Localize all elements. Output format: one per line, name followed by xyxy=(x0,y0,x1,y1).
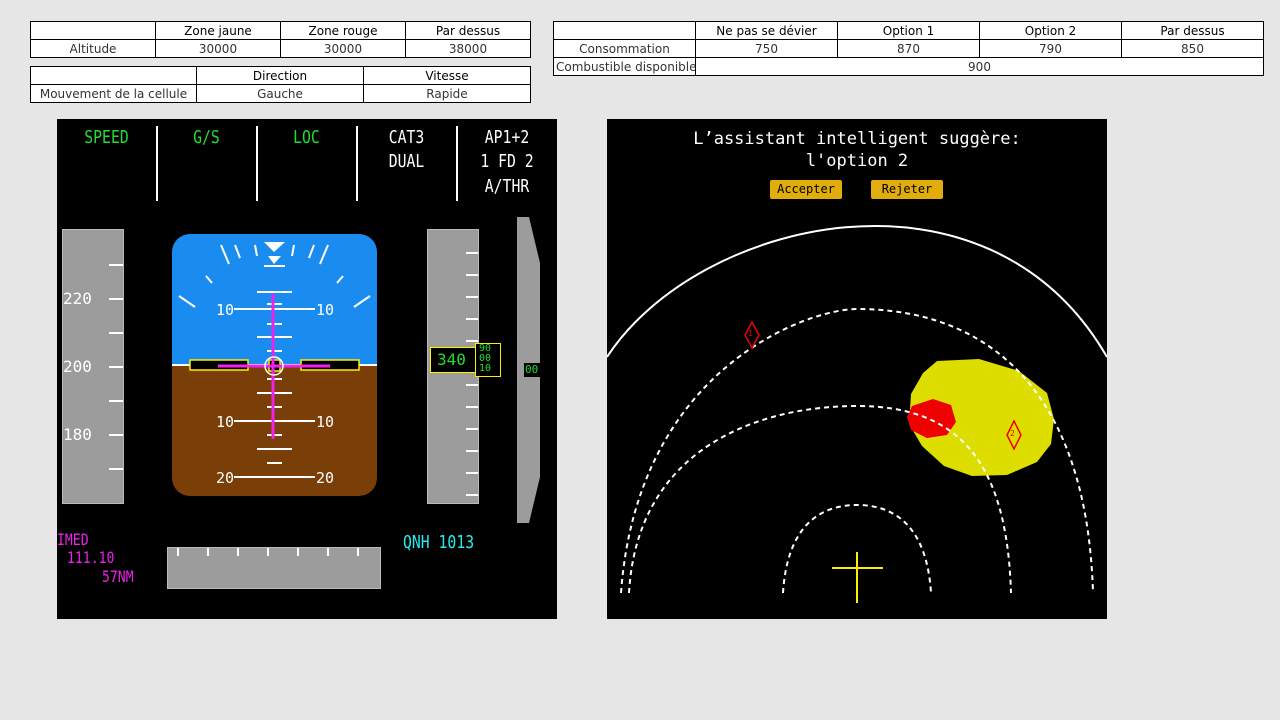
speed-label-180: 180 xyxy=(63,425,92,444)
fma-localizer: LOC xyxy=(293,127,320,148)
header-above: Par dessus xyxy=(1121,21,1264,40)
fma-divider xyxy=(256,126,258,201)
heading-tape xyxy=(167,547,381,589)
header-speed: Vitesse xyxy=(363,66,531,85)
fma-speed: SPEED xyxy=(84,127,129,148)
empty-header-cell xyxy=(553,21,696,40)
ils-distance: 57NM xyxy=(102,567,134,586)
cell-movement-label: Mouvement de la cellule xyxy=(30,84,197,103)
header-option-2: Option 2 xyxy=(979,21,1122,40)
consumption-option-2: 790 xyxy=(979,39,1122,58)
vertical-speed-box: 00 xyxy=(524,363,540,377)
altitude-red-value: 30000 xyxy=(280,39,406,58)
header-above: Par dessus xyxy=(405,21,531,40)
aircraft-symbol xyxy=(189,294,360,439)
altitude-readout-box: 340 xyxy=(430,347,477,373)
speed-label-200: 200 xyxy=(63,357,92,376)
altitude-drum-lower: 10 xyxy=(479,363,492,374)
fma-dual: DUAL xyxy=(388,151,425,172)
header-option-1: Option 1 xyxy=(837,21,980,40)
fma-autopilot: AP1+2 xyxy=(484,127,530,148)
fma-autothrust: A/THR xyxy=(484,176,530,197)
fma-divider xyxy=(156,126,158,201)
altitude-yellow-value: 30000 xyxy=(155,39,281,58)
altitude-above-value: 38000 xyxy=(405,39,531,58)
fuel-available-value: 900 xyxy=(695,57,1264,76)
header-no-deviation: Ne pas se dévier xyxy=(695,21,838,40)
qnh-setting: QNH 1013 xyxy=(403,532,475,553)
ils-frequency: 111.10 xyxy=(67,548,115,567)
header-red-zone: Zone rouge xyxy=(280,21,406,40)
direction-value: Gauche xyxy=(196,84,364,103)
altitude-drum: 90 00 10 xyxy=(475,343,501,377)
outer-range-arc xyxy=(607,224,1107,358)
speed-value: Rapide xyxy=(363,84,531,103)
fuel-available-label: Combustible disponible xyxy=(553,57,696,76)
consumption-no-deviation: 750 xyxy=(695,39,838,58)
speed-label-220: 220 xyxy=(63,289,92,308)
fma-cat3: CAT3 xyxy=(388,127,425,148)
speed-tape: 220 200 180 xyxy=(62,229,124,504)
empty-header-cell xyxy=(30,21,156,40)
fma-divider xyxy=(456,126,458,201)
navigation-display: L’assistant intelligent suggère: l'optio… xyxy=(607,119,1107,619)
empty-header-cell xyxy=(30,66,197,85)
altitude-value: 340 xyxy=(437,350,466,369)
fuel-table: Ne pas se dévier Option 1 Option 2 Par d… xyxy=(553,21,1264,76)
consumption-above: 850 xyxy=(1121,39,1264,58)
radar-map xyxy=(607,224,1107,603)
heading-tape-ticks xyxy=(177,548,359,556)
header-direction: Direction xyxy=(196,66,364,85)
fma-divider xyxy=(356,126,358,201)
ils-identifier: IMED xyxy=(57,530,89,549)
waypoint-1-label: 1 xyxy=(748,329,753,338)
waypoint-2-label: 2 xyxy=(1010,429,1015,438)
cell-movement-table: Direction Vitesse Mouvement de la cellul… xyxy=(30,66,531,103)
thresholds-table: Zone jaune Zone rouge Par dessus Altitud… xyxy=(30,21,531,58)
primary-flight-display: SPEED G/S LOC CAT3 DUAL AP1+2 1 FD 2 A/T… xyxy=(57,119,557,619)
fma-glideslope: G/S xyxy=(193,127,220,148)
range-arc xyxy=(628,404,1012,594)
altitude-row-label: Altitude xyxy=(30,39,156,58)
vertical-speed-value: 00 xyxy=(525,363,539,376)
fma-flight-director: 1 FD 2 xyxy=(480,151,534,172)
consumption-label: Consommation xyxy=(553,39,696,58)
consumption-option-1: 870 xyxy=(837,39,980,58)
header-yellow-zone: Zone jaune xyxy=(155,21,281,40)
